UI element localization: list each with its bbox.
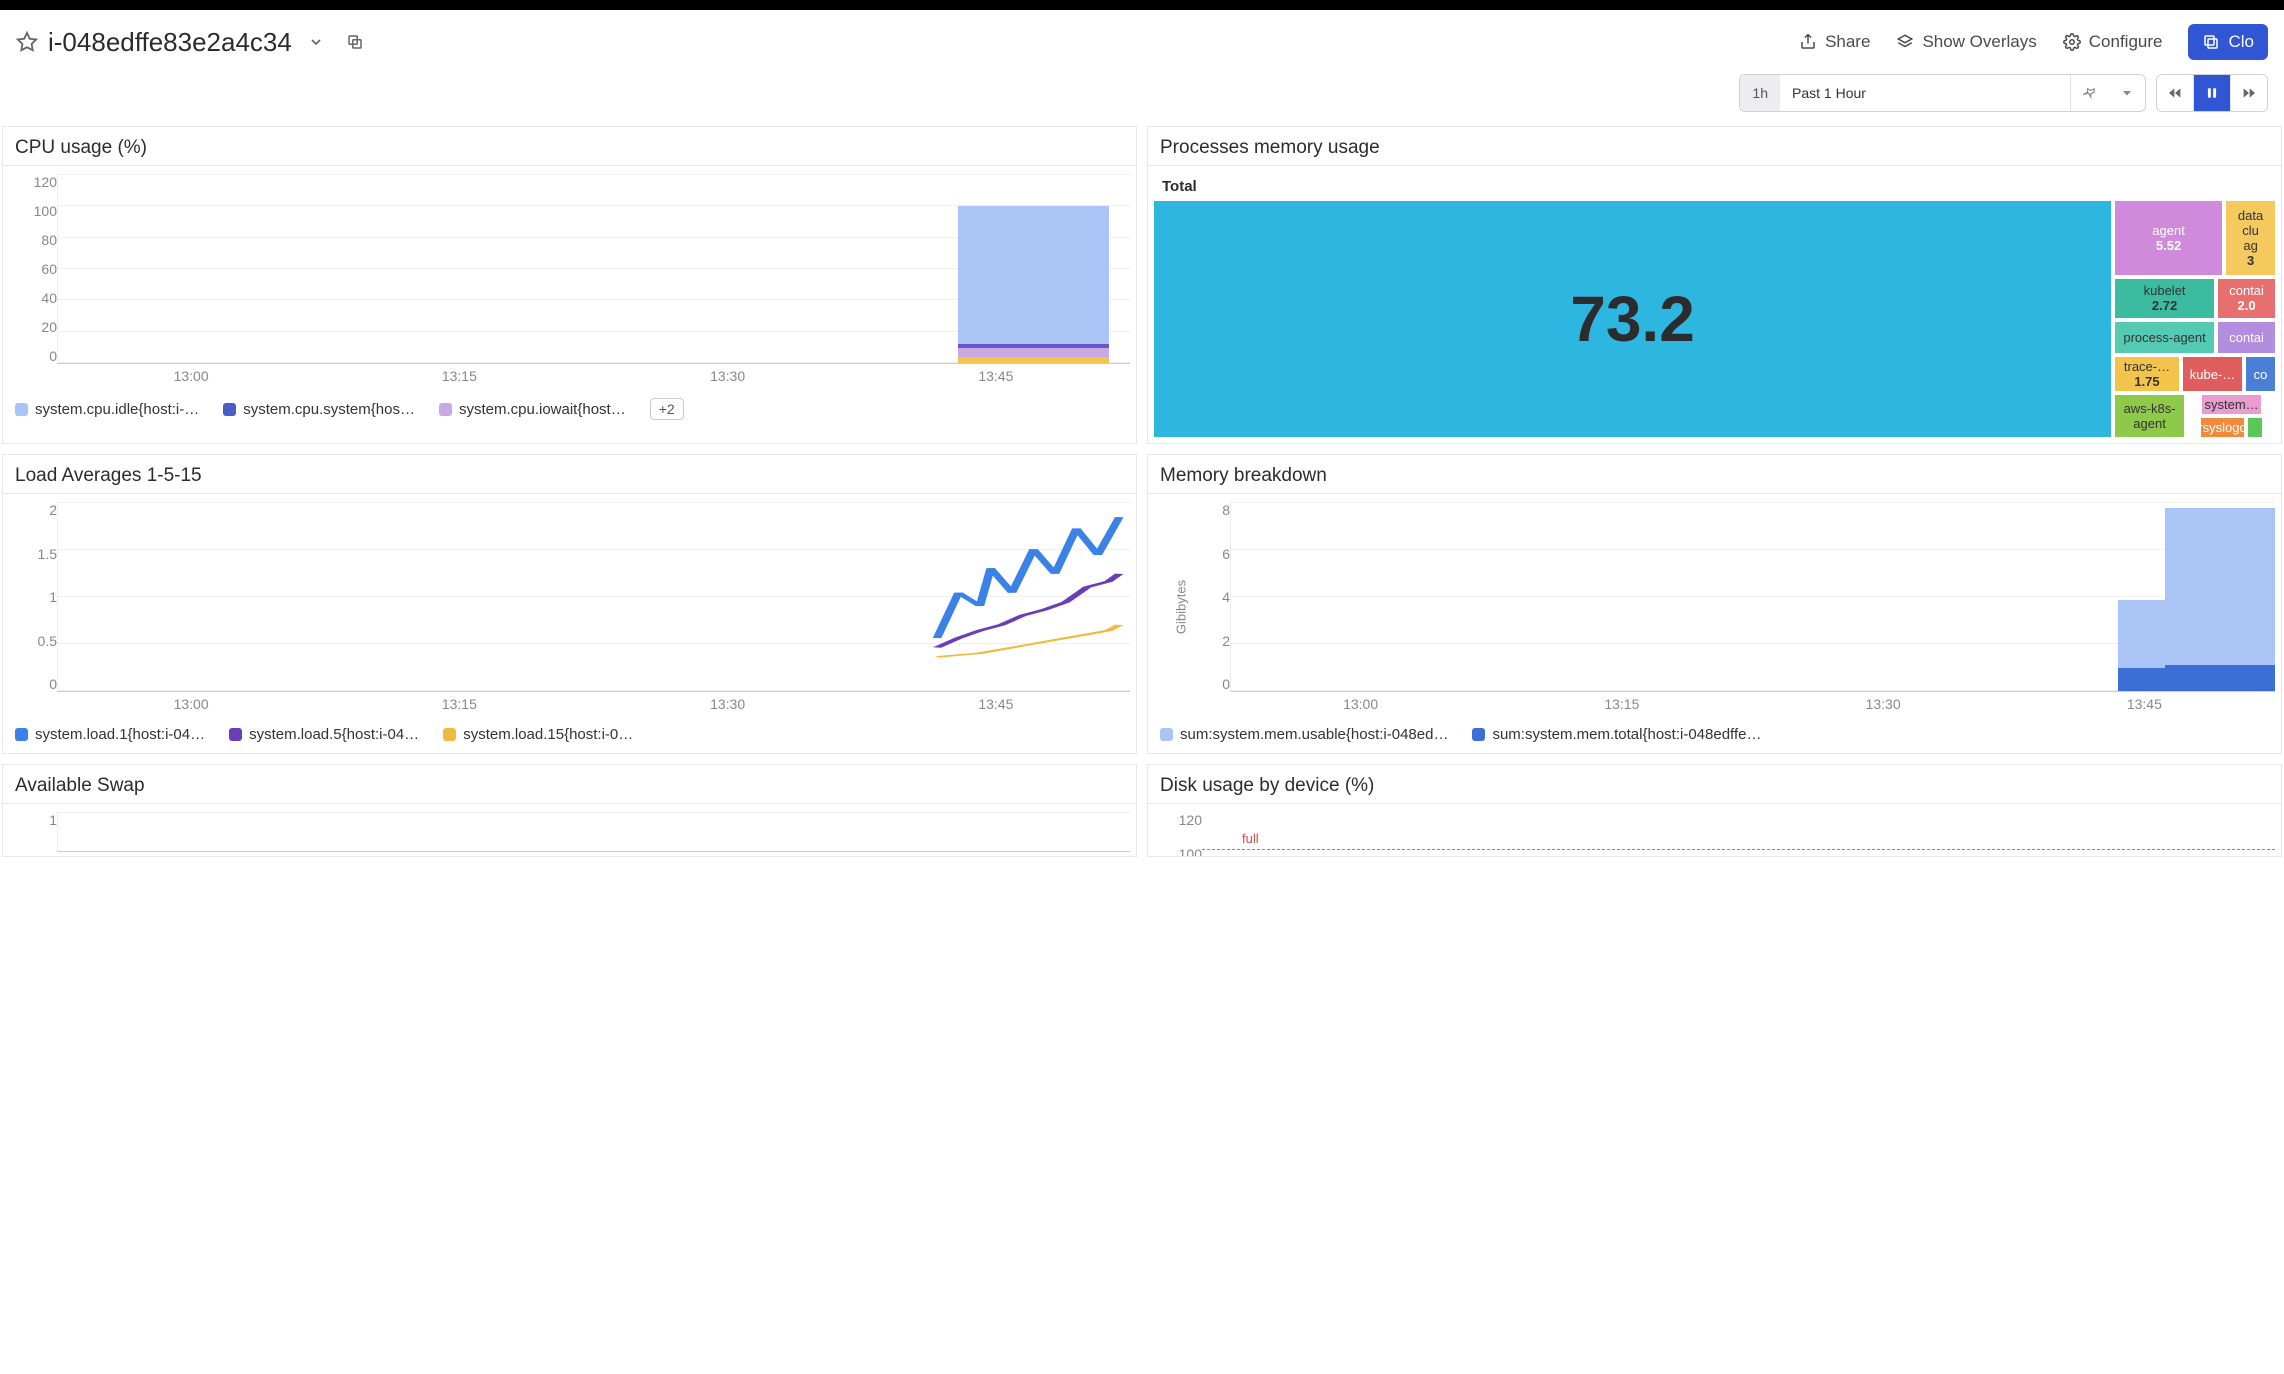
share-button[interactable]: Share (1799, 32, 1870, 52)
legend-more-button[interactable]: +2 (650, 398, 684, 420)
available-swap-card: Available Swap 1 (2, 764, 1137, 857)
window-chrome-bar (0, 0, 2284, 10)
page-title: i-048edffe83e2a4c34 (48, 27, 292, 58)
treemap-cell-containerd-shim[interactable]: contai (2218, 322, 2275, 353)
treemap-cell-agent[interactable]: agent5.52 (2115, 201, 2222, 275)
treemap-cell-trace-agent[interactable]: trace-…1.75 (2115, 357, 2179, 391)
swap-y-axis: 1 (9, 812, 57, 856)
clone-label: Clo (2228, 32, 2254, 52)
time-step-forward-button[interactable] (2231, 75, 2267, 111)
memory-breakdown-card: Memory breakdown Gibibytes 86420 13:0013… (1147, 454, 2282, 754)
favorite-star-icon[interactable] (16, 31, 38, 53)
disk-usage-chart[interactable]: 120100 full (1154, 812, 2275, 856)
treemap-cell-co[interactable]: co (2246, 357, 2275, 391)
disk-full-annotation: full (1202, 831, 1259, 846)
legend-item[interactable]: system.cpu.idle{host:i-… (15, 401, 199, 418)
legend-item[interactable]: system.load.15{host:i-0… (443, 726, 633, 743)
treemap-cell-containerd[interactable]: contai2.0 (2218, 279, 2275, 319)
time-controls-row: 1h Past 1 Hour (0, 70, 2284, 126)
time-quick-range[interactable]: 1h (1740, 75, 1780, 111)
time-dropdown-chevron[interactable] (2109, 75, 2145, 111)
legend-item[interactable]: sum:system.mem.usable{host:i-048ed… (1160, 726, 1448, 743)
time-nav (2156, 74, 2268, 112)
treemap-cell-systemd[interactable]: system… (2202, 395, 2260, 414)
processes-treemap[interactable]: 73.2 agent5.52 data clu ag3 kubelet2.72 … (1154, 201, 2275, 437)
memory-legend: sum:system.mem.usable{host:i-048ed… sum:… (1148, 718, 2281, 753)
disk-usage-title: Disk usage by device (%) (1148, 765, 2281, 804)
rewind-icon (2167, 85, 2183, 101)
show-overlays-button[interactable]: Show Overlays (1896, 32, 2036, 52)
legend-item[interactable]: system.cpu.iowait{host… (439, 401, 626, 418)
share-label: Share (1825, 32, 1870, 52)
load-averages-card: Load Averages 1-5-15 21.510.50 13:0013:1… (2, 454, 1137, 754)
available-swap-title: Available Swap (3, 765, 1136, 804)
time-range-label[interactable]: Past 1 Hour (1780, 75, 2070, 111)
gear-icon (2063, 33, 2081, 51)
share-icon (1799, 33, 1817, 51)
treemap-cell-rsyslogd[interactable]: rsyslogd (2201, 418, 2243, 437)
time-step-back-button[interactable] (2157, 75, 2193, 111)
copy-icon[interactable] (346, 33, 364, 51)
load-y-axis: 21.510.50 (9, 502, 57, 692)
processes-memory-title: Processes memory usage (1148, 127, 2281, 166)
memory-breakdown-title: Memory breakdown (1148, 455, 2281, 494)
treemap-cell-other[interactable] (2248, 418, 2262, 437)
layers-icon (1896, 33, 1914, 51)
treemap-cell-kubelet[interactable]: kubelet2.72 (2115, 279, 2214, 319)
dashboard-grid: CPU usage (%) 120100806040200 13:0013:15… (0, 126, 2284, 857)
time-range-picker[interactable]: 1h Past 1 Hour (1739, 74, 2146, 112)
clone-icon (2202, 33, 2220, 51)
memory-y-axis: 86420 (1182, 502, 1230, 692)
page-header: i-048edffe83e2a4c34 Share Show Overlays … (0, 10, 2284, 70)
treemap-cell-process-agent[interactable]: process-agent (2115, 322, 2214, 353)
treemap-main-cell[interactable]: 73.2 (1154, 201, 2111, 437)
overlays-label: Show Overlays (1922, 32, 2036, 52)
load-averages-chart[interactable]: 21.510.50 13:0013:1513:3013:45 (9, 502, 1130, 712)
pin-icon (2083, 86, 2097, 100)
disk-usage-card: Disk usage by device (%) 120100 full (1147, 764, 2282, 857)
treemap-total-label: Total (1154, 174, 2275, 201)
treemap-cell-kube-proxy[interactable]: kube-… (2183, 357, 2242, 391)
cpu-usage-title: CPU usage (%) (3, 127, 1136, 166)
title-chevron-down-icon[interactable] (308, 34, 324, 50)
processes-memory-card: Processes memory usage Total 73.2 agent5… (1147, 126, 2282, 444)
time-pin-button[interactable] (2070, 75, 2109, 111)
memory-x-axis: 13:0013:1513:3013:45 (1182, 692, 2275, 712)
treemap-cell-datadog-cluster-agent[interactable]: data clu ag3 (2226, 201, 2275, 275)
legend-item[interactable]: system.load.5{host:i-04… (229, 726, 419, 743)
cpu-usage-card: CPU usage (%) 120100806040200 13:0013:15… (2, 126, 1137, 444)
load-x-axis: 13:0013:1513:3013:45 (9, 692, 1130, 712)
memory-breakdown-chart[interactable]: Gibibytes 86420 13:0013:1513:3013:45 (1182, 502, 2275, 712)
pause-icon (2205, 86, 2219, 100)
available-swap-chart[interactable]: 1 (9, 812, 1130, 856)
cpu-usage-chart[interactable]: 120100806040200 13:0013:1513:3013:45 (9, 174, 1130, 384)
time-pause-button[interactable] (2194, 75, 2230, 111)
forward-icon (2241, 85, 2257, 101)
legend-item[interactable]: sum:system.mem.total{host:i-048edffe… (1472, 726, 1761, 743)
legend-item[interactable]: system.load.1{host:i-04… (15, 726, 205, 743)
cpu-y-axis: 120100806040200 (9, 174, 57, 364)
clone-button[interactable]: Clo (2188, 24, 2268, 60)
configure-label: Configure (2089, 32, 2163, 52)
legend-item[interactable]: system.cpu.system{hos… (223, 401, 415, 418)
cpu-x-axis: 13:0013:1513:3013:45 (9, 364, 1130, 384)
load-legend: system.load.1{host:i-04… system.load.5{h… (3, 718, 1136, 753)
chevron-down-icon (2121, 87, 2133, 99)
disk-y-axis: 120100 (1154, 812, 1202, 856)
cpu-legend: system.cpu.idle{host:i-… system.cpu.syst… (3, 390, 1136, 430)
treemap-cell-aws-k8s-agent[interactable]: aws-k8s- agent (2115, 395, 2184, 437)
load-averages-title: Load Averages 1-5-15 (3, 455, 1136, 494)
configure-button[interactable]: Configure (2063, 32, 2163, 52)
